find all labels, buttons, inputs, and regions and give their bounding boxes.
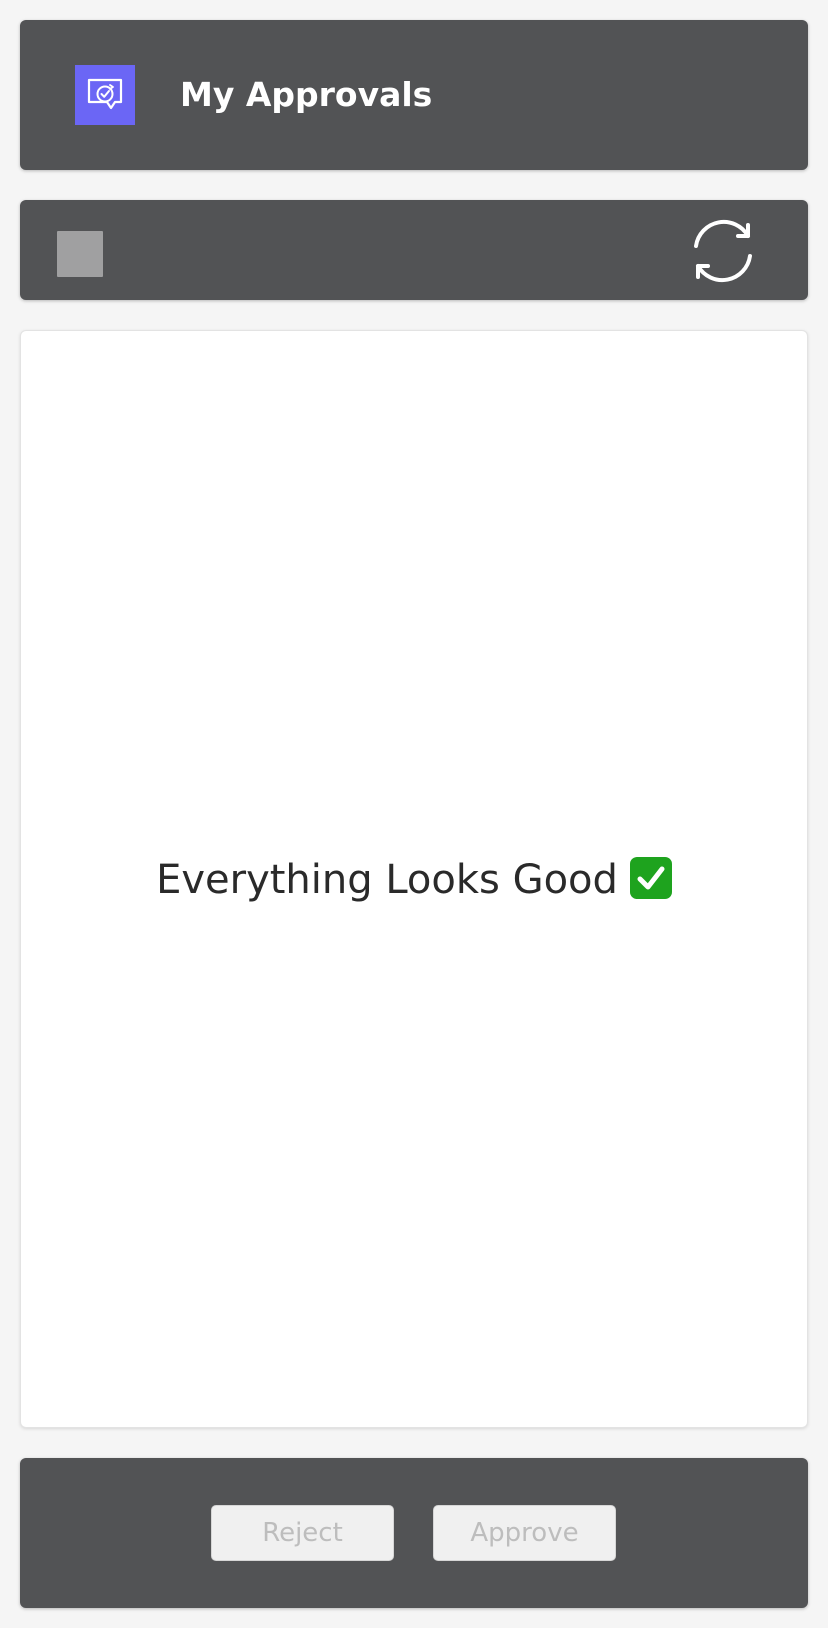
reject-button[interactable]: Reject — [211, 1505, 394, 1561]
refresh-button[interactable] — [688, 216, 758, 286]
select-all-checkbox[interactable] — [57, 231, 103, 277]
empty-state-text: Everything Looks Good — [156, 857, 618, 903]
empty-state-message: Everything Looks Good — [0, 855, 828, 905]
page-title: My Approvals — [180, 75, 433, 114]
refresh-icon — [694, 219, 752, 283]
approvals-glyph-icon — [87, 78, 123, 110]
footer-bar — [20, 1458, 808, 1608]
approvals-app-icon — [75, 65, 135, 125]
check-mark-button-icon — [629, 857, 672, 899]
approve-button[interactable]: Approve — [433, 1505, 616, 1561]
